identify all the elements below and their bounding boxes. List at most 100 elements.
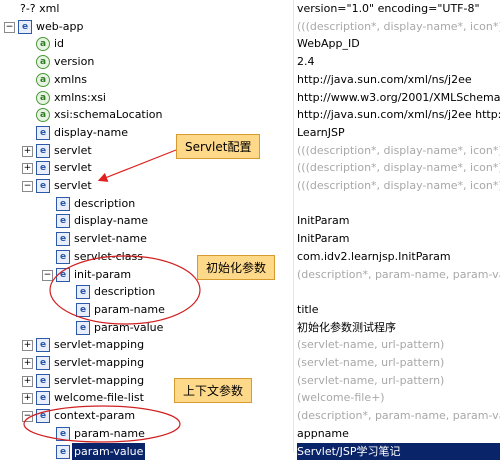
servlet-config-callout: Servlet配置 — [176, 134, 260, 159]
tree-row[interactable]: edescription — [0, 195, 500, 213]
tree-row[interactable]: ?-? xml version="1.0" encoding="UTF-8" — [0, 0, 500, 18]
expand-toggle[interactable]: + — [22, 393, 33, 404]
node-name: servlet — [52, 142, 94, 160]
node-value: com.idv2.learnjsp.InitParam — [297, 248, 500, 266]
node-value — [297, 283, 500, 301]
tree-row[interactable]: axsi:schemaLocation http://java.sun.com/x… — [0, 106, 500, 124]
expand-toggle[interactable]: + — [22, 146, 33, 157]
element-icon: e — [36, 179, 50, 193]
node-name: welcome-file-list — [52, 389, 146, 407]
tree-row[interactable]: −econtext-param (description*, param-name… — [0, 407, 500, 425]
element-icon: e — [36, 356, 50, 370]
tree-row[interactable]: edescription — [0, 283, 500, 301]
node-name: servlet-mapping — [52, 336, 146, 354]
node-value: (((description*, display-name*, icon*)),… — [297, 159, 500, 177]
node-name: xmlns — [52, 71, 89, 89]
node-value: appname — [297, 425, 500, 443]
collapse-toggle[interactable]: − — [22, 181, 33, 192]
tree-row[interactable]: aversion 2.4 — [0, 53, 500, 71]
node-value: (servlet-name, url-pattern) — [297, 372, 500, 390]
node-name: param-value — [92, 319, 165, 337]
node-value: version="1.0" encoding="UTF-8" — [297, 0, 500, 18]
node-name: servlet — [52, 159, 94, 177]
collapse-toggle[interactable]: − — [22, 411, 33, 422]
tree-row[interactable]: edisplay-name InitParam — [0, 212, 500, 230]
node-name: description — [92, 283, 157, 301]
node-name: param-value — [72, 443, 145, 460]
context-param-callout: 上下文参数 — [174, 378, 252, 403]
tree-row[interactable]: eservlet-name InitParam — [0, 230, 500, 248]
tree-row[interactable]: eparam-nametitle — [0, 301, 500, 319]
element-icon: e — [18, 20, 32, 34]
node-value: InitParam — [297, 230, 500, 248]
node-value: (servlet-name, url-pattern) — [297, 336, 500, 354]
node-value: Servlet/JSP学习笔记 — [297, 443, 500, 460]
tree-row[interactable]: +eservlet-mapping (servlet-name, url-patt… — [0, 354, 500, 372]
node-name: context-param — [52, 407, 137, 425]
tree-row[interactable]: eparam-name appname — [0, 425, 500, 443]
node-name: init-param — [72, 266, 133, 284]
element-icon: e — [56, 268, 70, 282]
node-value: (description*, param-name, param-value) — [297, 407, 500, 425]
node-name: servlet-class — [72, 248, 145, 266]
node-value: (description*, param-name, param-value) — [297, 266, 500, 284]
node-name: servlet-mapping — [52, 354, 146, 372]
element-icon: e — [76, 303, 90, 317]
node-value: LearnJSP — [297, 124, 500, 142]
tree-row[interactable]: eparam-valueServlet/JSP学习笔记 — [0, 443, 500, 460]
element-icon: e — [36, 144, 50, 158]
node-name: version — [52, 53, 96, 71]
node-value: (((description*, display-name*, icon*)),… — [297, 177, 500, 195]
expand-toggle[interactable]: + — [22, 358, 33, 369]
node-name: xmlns:xsi — [52, 89, 108, 107]
node-value: (servlet-name, url-pattern) — [297, 354, 500, 372]
element-icon: e — [56, 427, 70, 441]
tree-row[interactable]: −eweb-app(((description*, display-name*,… — [0, 18, 500, 36]
element-icon: e — [56, 214, 70, 228]
attribute-icon: a — [36, 55, 50, 69]
init-param-callout: 初始化参数 — [197, 255, 275, 280]
node-value: http://java.sun.com/xml/ns/j2ee http://j — [297, 106, 500, 124]
node-value: InitParam — [297, 212, 500, 230]
tree-row[interactable]: eparam-value初始化参数测试程序 — [0, 319, 500, 337]
tree-row[interactable]: axmlnshttp://java.sun.com/xml/ns/j2ee — [0, 71, 500, 89]
node-value: http://java.sun.com/xml/ns/j2ee — [297, 71, 500, 89]
tree-row[interactable]: aidWebApp_ID — [0, 35, 500, 53]
attribute-icon: a — [36, 91, 50, 105]
collapse-toggle[interactable]: − — [4, 22, 15, 33]
node-name: display-name — [72, 212, 150, 230]
element-icon: e — [76, 285, 90, 299]
element-icon: e — [36, 161, 50, 175]
element-icon: e — [36, 126, 50, 140]
node-name: servlet-name — [72, 230, 149, 248]
element-icon: e — [56, 197, 70, 211]
node-value: 初始化参数测试程序 — [297, 319, 500, 337]
node-name: servlet-mapping — [52, 372, 146, 390]
node-name: ?-? xml — [18, 0, 61, 18]
expand-toggle[interactable]: + — [22, 163, 33, 174]
tree-row[interactable]: axmlns:xsi http://www.w3.org/2001/XMLSche… — [0, 89, 500, 107]
tree-row[interactable]: −eservlet (((description*, display-name*,… — [0, 177, 500, 195]
tree-row[interactable]: +eservlet (((description*, display-name*,… — [0, 159, 500, 177]
node-name: display-name — [52, 124, 130, 142]
element-icon: e — [36, 374, 50, 388]
tree-row[interactable]: +eservlet-mapping(servlet-name, url-patt… — [0, 336, 500, 354]
attribute-icon: a — [36, 37, 50, 51]
node-value: (((description*, display-name*, icon*)),… — [297, 142, 500, 160]
node-name: web-app — [34, 18, 85, 36]
element-icon: e — [56, 232, 70, 246]
element-icon: e — [36, 391, 50, 405]
node-name: param-name — [72, 425, 147, 443]
node-name: servlet — [52, 177, 94, 195]
collapse-toggle[interactable]: − — [42, 270, 53, 281]
node-value: (welcome-file+) — [297, 389, 500, 407]
node-name: xsi:schemaLocation — [52, 106, 165, 124]
element-icon: e — [36, 409, 50, 423]
node-name: description — [72, 195, 137, 213]
node-value: http://www.w3.org/2001/XMLSchema-inst — [297, 89, 500, 107]
expand-toggle[interactable]: + — [22, 376, 33, 387]
expand-toggle[interactable]: + — [22, 340, 33, 351]
node-value: WebApp_ID — [297, 35, 500, 53]
node-value: 2.4 — [297, 53, 500, 71]
attribute-icon: a — [36, 108, 50, 122]
